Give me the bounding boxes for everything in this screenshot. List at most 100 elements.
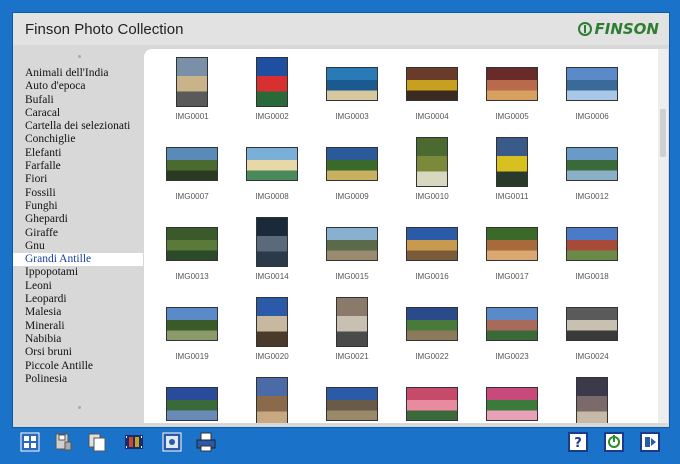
category-item[interactable]: Funghi xyxy=(13,200,143,213)
scroll-down-indicator[interactable] xyxy=(78,406,81,409)
photo-thumbnail[interactable] xyxy=(246,147,298,181)
thumbnail-item[interactable]: IMG0017 xyxy=(472,215,552,295)
thumbnail-item[interactable]: IMG0016 xyxy=(392,215,472,295)
category-item[interactable]: Nabibia xyxy=(13,333,143,346)
category-item[interactable]: Polinesia xyxy=(13,373,143,386)
photo-thumbnail[interactable] xyxy=(326,147,378,181)
category-item[interactable]: Leopardi xyxy=(13,293,143,306)
category-item[interactable]: Minerali xyxy=(13,320,143,333)
photo-thumbnail[interactable] xyxy=(566,67,618,101)
thumbnail-item[interactable]: IMG0021 xyxy=(312,295,392,375)
thumbnail-item[interactable]: IMG0018 xyxy=(552,215,632,295)
category-item[interactable]: Malesia xyxy=(13,306,143,319)
photo-thumbnail[interactable] xyxy=(406,67,458,101)
thumbnail-item[interactable]: IMG0005 xyxy=(472,55,552,135)
photo-thumbnail[interactable] xyxy=(566,147,618,181)
thumbnail-item[interactable]: IMG0019 xyxy=(152,295,232,375)
thumbnail-item[interactable]: IMG0028 xyxy=(392,375,472,423)
category-item[interactable]: Orsi bruni xyxy=(13,346,143,359)
category-item[interactable]: Conchiglie xyxy=(13,133,143,146)
category-item[interactable]: Elefanti xyxy=(13,147,143,160)
thumbnail-item[interactable]: IMG0009 xyxy=(312,135,392,215)
photo-thumbnail[interactable] xyxy=(326,227,378,261)
photo-thumbnail[interactable] xyxy=(486,307,538,341)
thumbnail-item[interactable]: IMG0023 xyxy=(472,295,552,375)
photo-thumbnail[interactable] xyxy=(166,227,218,261)
scrollbar-thumb[interactable] xyxy=(660,109,666,157)
category-item[interactable]: Piccole Antille xyxy=(13,360,143,373)
thumbnail-item[interactable]: IMG0007 xyxy=(152,135,232,215)
thumbnail-item[interactable]: IMG0022 xyxy=(392,295,472,375)
thumbnail-item[interactable]: IMG0004 xyxy=(392,55,472,135)
slideshow-icon[interactable] xyxy=(162,432,182,452)
thumbnail-label: IMG0018 xyxy=(575,272,609,281)
thumbnail-item[interactable]: IMG0030 xyxy=(552,375,632,423)
photo-thumbnail[interactable] xyxy=(256,377,288,423)
photo-thumbnail[interactable] xyxy=(256,297,288,347)
power-icon[interactable] xyxy=(604,432,624,452)
category-item[interactable]: Caracal xyxy=(13,107,143,120)
help-icon[interactable]: ? xyxy=(568,432,588,452)
save-icon[interactable] xyxy=(53,432,73,452)
photo-thumbnail[interactable] xyxy=(336,297,368,347)
photo-thumbnail[interactable] xyxy=(326,387,378,421)
photo-thumbnail[interactable] xyxy=(406,227,458,261)
photo-thumbnail[interactable] xyxy=(486,67,538,101)
thumbnail-item[interactable]: IMG0025 xyxy=(152,375,232,423)
thumbnail-label: IMG0010 xyxy=(415,192,449,201)
gallery-icon[interactable] xyxy=(20,432,40,452)
category-item[interactable]: Bufali xyxy=(13,94,143,107)
photo-thumbnail[interactable] xyxy=(576,377,608,423)
photo-thumbnail[interactable] xyxy=(486,387,538,421)
photo-thumbnail[interactable] xyxy=(256,57,288,107)
photo-thumbnail[interactable] xyxy=(166,387,218,421)
photo-thumbnail[interactable] xyxy=(326,67,378,101)
thumbnail-item[interactable]: IMG0003 xyxy=(312,55,392,135)
thumbnail-item[interactable]: IMG0002 xyxy=(232,55,312,135)
print-icon[interactable] xyxy=(196,432,216,452)
photo-thumbnail[interactable] xyxy=(166,147,218,181)
thumbnail-item[interactable]: IMG0008 xyxy=(232,135,312,215)
copy-icon[interactable] xyxy=(87,432,107,452)
category-item[interactable]: Ghepardi xyxy=(13,213,143,226)
category-item[interactable]: Grandi Antille xyxy=(13,253,143,267)
exit-icon[interactable] xyxy=(640,432,660,452)
thumbnail-item[interactable]: IMG0012 xyxy=(552,135,632,215)
thumbnail-item[interactable]: IMG0010 xyxy=(392,135,472,215)
category-item[interactable]: Gnu xyxy=(13,240,143,253)
category-item[interactable]: Fiori xyxy=(13,173,143,186)
thumbnail-item[interactable]: IMG0006 xyxy=(552,55,632,135)
scroll-up-indicator[interactable] xyxy=(78,55,81,58)
thumbnail-item[interactable]: IMG0001 xyxy=(152,55,232,135)
thumbnail-item[interactable]: IMG0027 xyxy=(312,375,392,423)
photo-thumbnail[interactable] xyxy=(256,217,288,267)
category-item[interactable]: Giraffe xyxy=(13,227,143,240)
thumbnail-item[interactable]: IMG0024 xyxy=(552,295,632,375)
thumbnail-item[interactable]: IMG0015 xyxy=(312,215,392,295)
thumbnail-item[interactable]: IMG0014 xyxy=(232,215,312,295)
thumbnail-item[interactable]: IMG0011 xyxy=(472,135,552,215)
vertical-scrollbar[interactable] xyxy=(658,49,668,423)
category-item[interactable]: Farfalle xyxy=(13,160,143,173)
photo-thumbnail[interactable] xyxy=(566,307,618,341)
thumbnail-item[interactable]: IMG0020 xyxy=(232,295,312,375)
photo-thumbnail[interactable] xyxy=(406,387,458,421)
photo-thumbnail[interactable] xyxy=(406,307,458,341)
category-item[interactable]: Animali dell'India xyxy=(13,67,143,80)
filmstrip-icon[interactable] xyxy=(124,432,144,452)
category-item[interactable]: Leoni xyxy=(13,280,143,293)
photo-thumbnail[interactable] xyxy=(486,227,538,261)
category-item[interactable]: Cartella dei selezionati xyxy=(13,120,143,133)
photo-thumbnail[interactable] xyxy=(566,227,618,261)
category-sidebar: Animali dell'India Auto d'epoca Bufali Cara… xyxy=(13,49,143,423)
photo-thumbnail[interactable] xyxy=(166,307,218,341)
thumbnail-item[interactable]: IMG0029 xyxy=(472,375,552,423)
photo-thumbnail[interactable] xyxy=(496,137,528,187)
category-item[interactable]: Fossili xyxy=(13,187,143,200)
photo-thumbnail[interactable] xyxy=(416,137,448,187)
photo-thumbnail[interactable] xyxy=(176,57,208,107)
category-item[interactable]: Ippopotami xyxy=(13,266,143,279)
thumbnail-item[interactable]: IMG0013 xyxy=(152,215,232,295)
category-item[interactable]: Auto d'epoca xyxy=(13,80,143,93)
thumbnail-item[interactable]: IMG0026 xyxy=(232,375,312,423)
